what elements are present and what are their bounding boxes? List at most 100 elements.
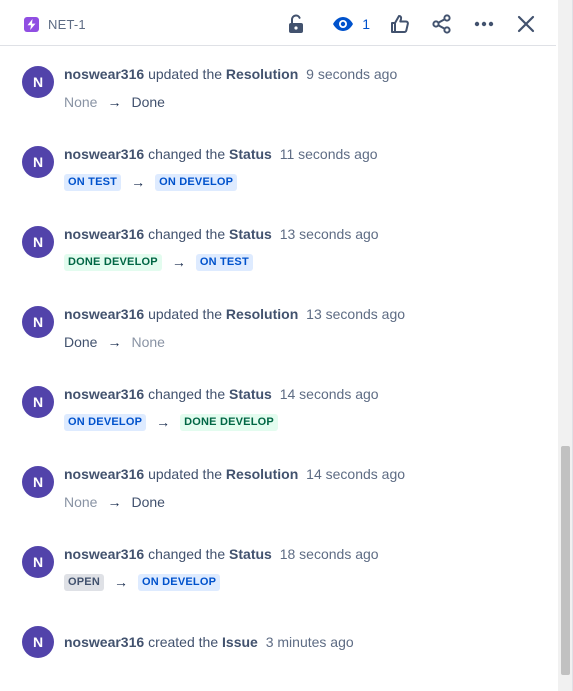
user-name[interactable]: noswear316 xyxy=(64,386,144,402)
field-name: Status xyxy=(229,546,272,562)
history-summary: noswear316 updated the Resolution 14 sec… xyxy=(64,465,405,483)
timestamp: 18 seconds ago xyxy=(279,546,379,562)
timestamp: 14 seconds ago xyxy=(279,386,379,402)
share-icon xyxy=(432,14,451,34)
field-name: Resolution xyxy=(225,466,299,482)
avatar[interactable]: N xyxy=(22,66,54,98)
arrow-icon: → xyxy=(171,254,186,270)
avatar[interactable]: N xyxy=(22,146,54,178)
user-name[interactable]: noswear316 xyxy=(64,306,144,322)
more-icon xyxy=(474,21,494,27)
close-button[interactable] xyxy=(510,8,542,40)
status-lozenge-from: DONE DEVELOP xyxy=(64,253,162,271)
action-text: updated the xyxy=(148,306,223,322)
history-entry: N noswear316 created the Issue 3 minutes… xyxy=(22,606,542,686)
action-text: changed the xyxy=(148,386,226,402)
field-name: Issue xyxy=(222,634,258,650)
arrow-icon: → xyxy=(107,494,122,510)
change-row: DONE DEVELOP → ON TEST xyxy=(64,252,253,272)
avatar[interactable]: N xyxy=(22,226,54,258)
to-value: Done xyxy=(131,494,165,510)
to-value: None xyxy=(131,334,165,350)
history-summary: noswear316 updated the Resolution 9 seco… xyxy=(64,65,397,83)
change-row: OPEN → ON DEVELOP xyxy=(64,572,221,592)
arrow-icon: → xyxy=(131,174,146,190)
arrow-icon: → xyxy=(156,414,171,430)
scrollbar-thumb[interactable] xyxy=(561,446,570,675)
scrollbar[interactable] xyxy=(558,0,572,691)
change-row: ON DEVELOP → DONE DEVELOP xyxy=(64,412,278,432)
change-row: None → Done xyxy=(64,492,165,512)
action-text: changed the xyxy=(148,546,226,562)
issue-key-text: NET-1 xyxy=(48,16,86,32)
field-name: Status xyxy=(229,386,272,402)
lightning-icon xyxy=(24,16,39,32)
arrow-icon: → xyxy=(107,334,122,350)
timestamp: 13 seconds ago xyxy=(306,306,406,322)
history-summary: noswear316 updated the Resolution 13 sec… xyxy=(64,305,405,323)
action-text: updated the xyxy=(148,466,223,482)
action-text: created the xyxy=(148,634,219,650)
history-entry: N noswear316 updated the Resolution 14 s… xyxy=(22,446,542,526)
issue-toolbar: 1 xyxy=(270,8,542,40)
action-text: changed the xyxy=(148,226,226,242)
lock-button[interactable] xyxy=(280,8,312,40)
user-name[interactable]: noswear316 xyxy=(64,466,144,482)
timestamp: 9 seconds ago xyxy=(306,66,398,82)
history-summary: noswear316 changed the Status 11 seconds… xyxy=(64,145,378,163)
change-row: None → Done xyxy=(64,92,165,112)
user-name[interactable]: noswear316 xyxy=(64,634,144,650)
history-entry: N noswear316 changed the Status 11 secon… xyxy=(22,126,542,206)
issue-key-link[interactable]: NET-1 xyxy=(24,14,86,34)
timestamp: 13 seconds ago xyxy=(279,226,379,242)
to-value: Done xyxy=(131,94,165,110)
more-actions-button[interactable] xyxy=(468,8,500,40)
avatar[interactable]: N xyxy=(22,386,54,418)
history-entry: N noswear316 updated the Resolution 9 se… xyxy=(22,46,542,126)
from-value: None xyxy=(64,94,98,110)
eye-icon xyxy=(333,17,354,31)
avatar[interactable]: N xyxy=(22,306,54,338)
user-name[interactable]: noswear316 xyxy=(64,226,144,242)
history-list: N noswear316 updated the Resolution 9 se… xyxy=(22,46,542,686)
history-entry: N noswear316 updated the Resolution 13 s… xyxy=(22,286,542,366)
user-name[interactable]: noswear316 xyxy=(64,546,144,562)
user-name[interactable]: noswear316 xyxy=(64,66,144,82)
timestamp: 3 minutes ago xyxy=(265,634,354,650)
history-summary: noswear316 changed the Status 18 seconds… xyxy=(64,545,379,563)
status-lozenge-to: ON TEST xyxy=(195,253,253,271)
status-lozenge-from: OPEN xyxy=(64,573,104,591)
from-value: Done xyxy=(64,334,98,350)
change-row: Done → None xyxy=(64,332,165,352)
history-summary: noswear316 changed the Status 13 seconds… xyxy=(64,225,379,243)
field-name: Status xyxy=(229,146,272,162)
from-value: None xyxy=(64,494,98,510)
avatar[interactable]: N xyxy=(22,546,54,578)
avatar[interactable]: N xyxy=(22,626,54,658)
timestamp: 14 seconds ago xyxy=(306,466,406,482)
user-name[interactable]: noswear316 xyxy=(64,146,144,162)
arrow-icon: → xyxy=(113,574,128,590)
status-lozenge-to: ON DEVELOP xyxy=(155,173,238,191)
arrow-icon: → xyxy=(107,94,122,110)
status-lozenge-to: DONE DEVELOP xyxy=(180,413,278,431)
watch-button[interactable]: 1 xyxy=(328,8,374,40)
lock-open-icon xyxy=(289,14,304,33)
history-summary: noswear316 created the Issue 3 minutes a… xyxy=(64,633,354,651)
issue-header: NET-1 1 xyxy=(0,0,556,46)
status-lozenge-from: ON TEST xyxy=(64,173,122,191)
history-entry: N noswear316 changed the Status 14 secon… xyxy=(22,366,542,446)
avatar[interactable]: N xyxy=(22,466,54,498)
change-row: ON TEST → ON DEVELOP xyxy=(64,172,238,192)
watch-count: 1 xyxy=(362,16,370,32)
field-name: Resolution xyxy=(225,66,299,82)
thumbs-up-icon xyxy=(391,15,409,33)
vote-button[interactable] xyxy=(384,8,416,40)
action-text: changed the xyxy=(148,146,226,162)
share-button[interactable] xyxy=(426,8,458,40)
history-entry: N noswear316 changed the Status 18 secon… xyxy=(22,526,542,606)
close-icon xyxy=(517,15,535,33)
history-summary: noswear316 changed the Status 14 seconds… xyxy=(64,385,379,403)
status-lozenge-from: ON DEVELOP xyxy=(64,413,147,431)
timestamp: 11 seconds ago xyxy=(279,146,378,162)
